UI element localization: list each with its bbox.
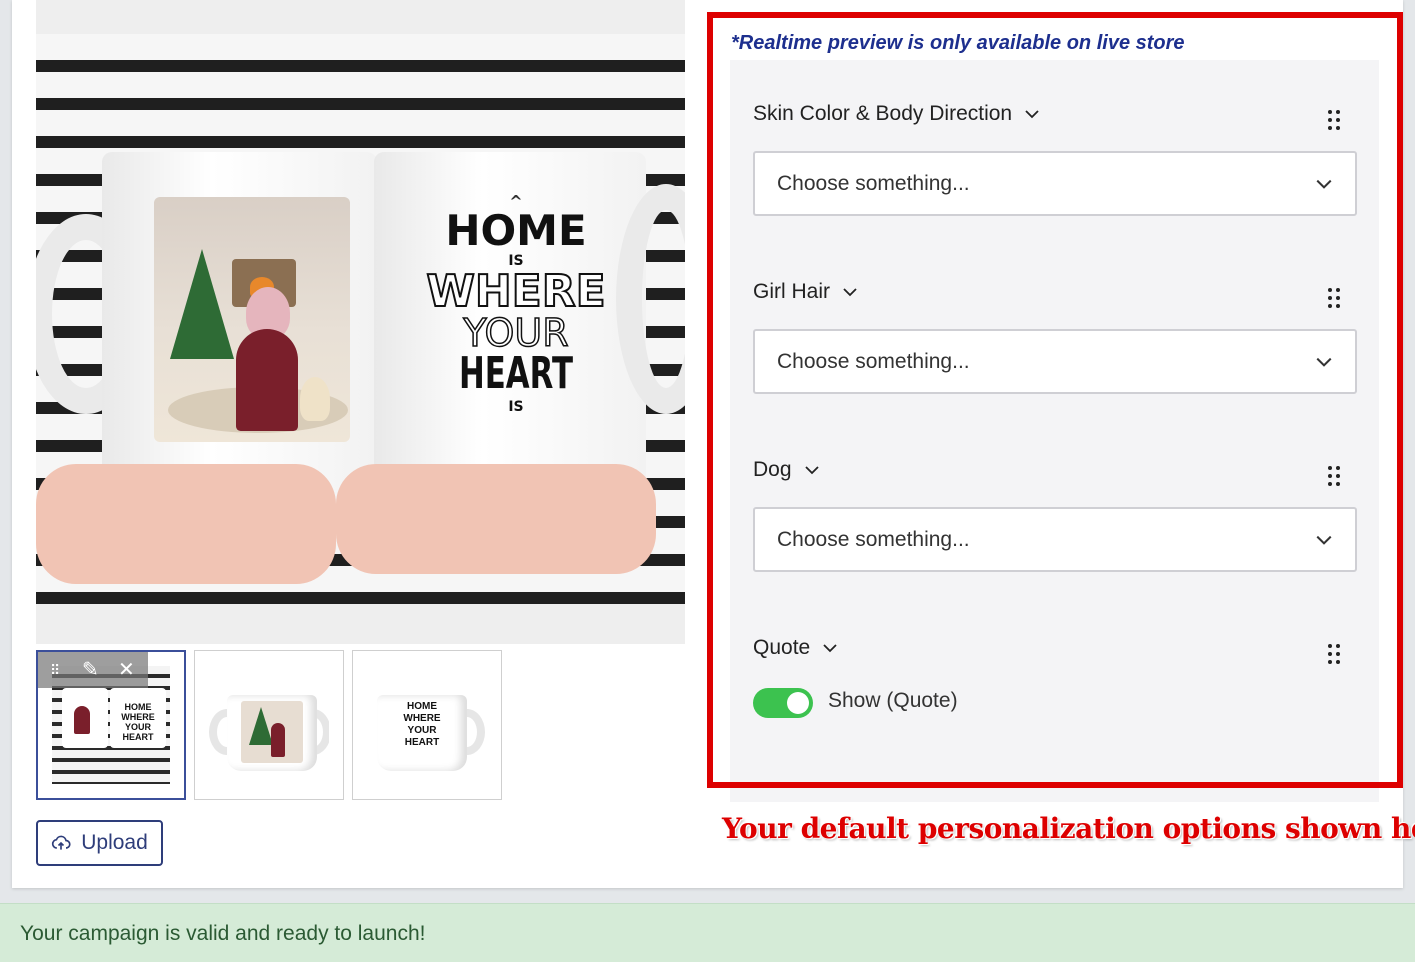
thumb-text-line: WHERE — [121, 712, 155, 722]
mug-text-line: WHERE — [425, 266, 606, 317]
mug-quote-text: ^ HOME IS WHERE YOUR HEART IS — [416, 194, 616, 415]
thumb-text-line: HEART — [404, 737, 440, 748]
upload-label: Upload — [81, 831, 148, 854]
mug-artwork — [154, 197, 350, 442]
thumbnail-1[interactable]: HOME WHERE YOUR HEART ⠿ ✎ ✕ — [36, 650, 186, 800]
thumbnail-3[interactable]: HOME WHERE YOUR HEART — [352, 650, 502, 800]
mug-text-line: HEART — [458, 348, 573, 399]
edit-icon[interactable]: ✎ — [82, 658, 99, 682]
thumb-text-line: YOUR — [124, 722, 151, 732]
mug-text-line: YOUR — [463, 311, 570, 355]
close-icon[interactable]: ✕ — [118, 658, 135, 682]
cloud-upload-icon — [52, 835, 71, 850]
callout-text: Your default personalization options sho… — [722, 812, 1415, 845]
status-banner: Your campaign is valid and ready to laun… — [0, 903, 1415, 962]
thumb-text-line: HOME — [407, 701, 437, 712]
drag-handle-icon[interactable]: ⠿ — [50, 658, 60, 682]
thumbnail-toolbar: ⠿ ✎ ✕ — [38, 652, 148, 688]
product-photo: ^ HOME IS WHERE YOUR HEART IS — [36, 34, 685, 604]
upload-button[interactable]: Upload — [36, 820, 163, 866]
thumb-text-line: HOME — [124, 702, 152, 712]
status-message: Your campaign is valid and ready to laun… — [20, 922, 426, 945]
thumb-text-line: YOUR — [407, 725, 437, 736]
thumbnail-2[interactable] — [194, 650, 344, 800]
mug-text-line: IS — [508, 399, 524, 415]
thumb-text-line: HEART — [122, 732, 154, 742]
thumb-text-line: WHERE — [403, 713, 441, 724]
highlight-box — [707, 12, 1403, 788]
mug-text-line: HOME — [445, 206, 587, 255]
